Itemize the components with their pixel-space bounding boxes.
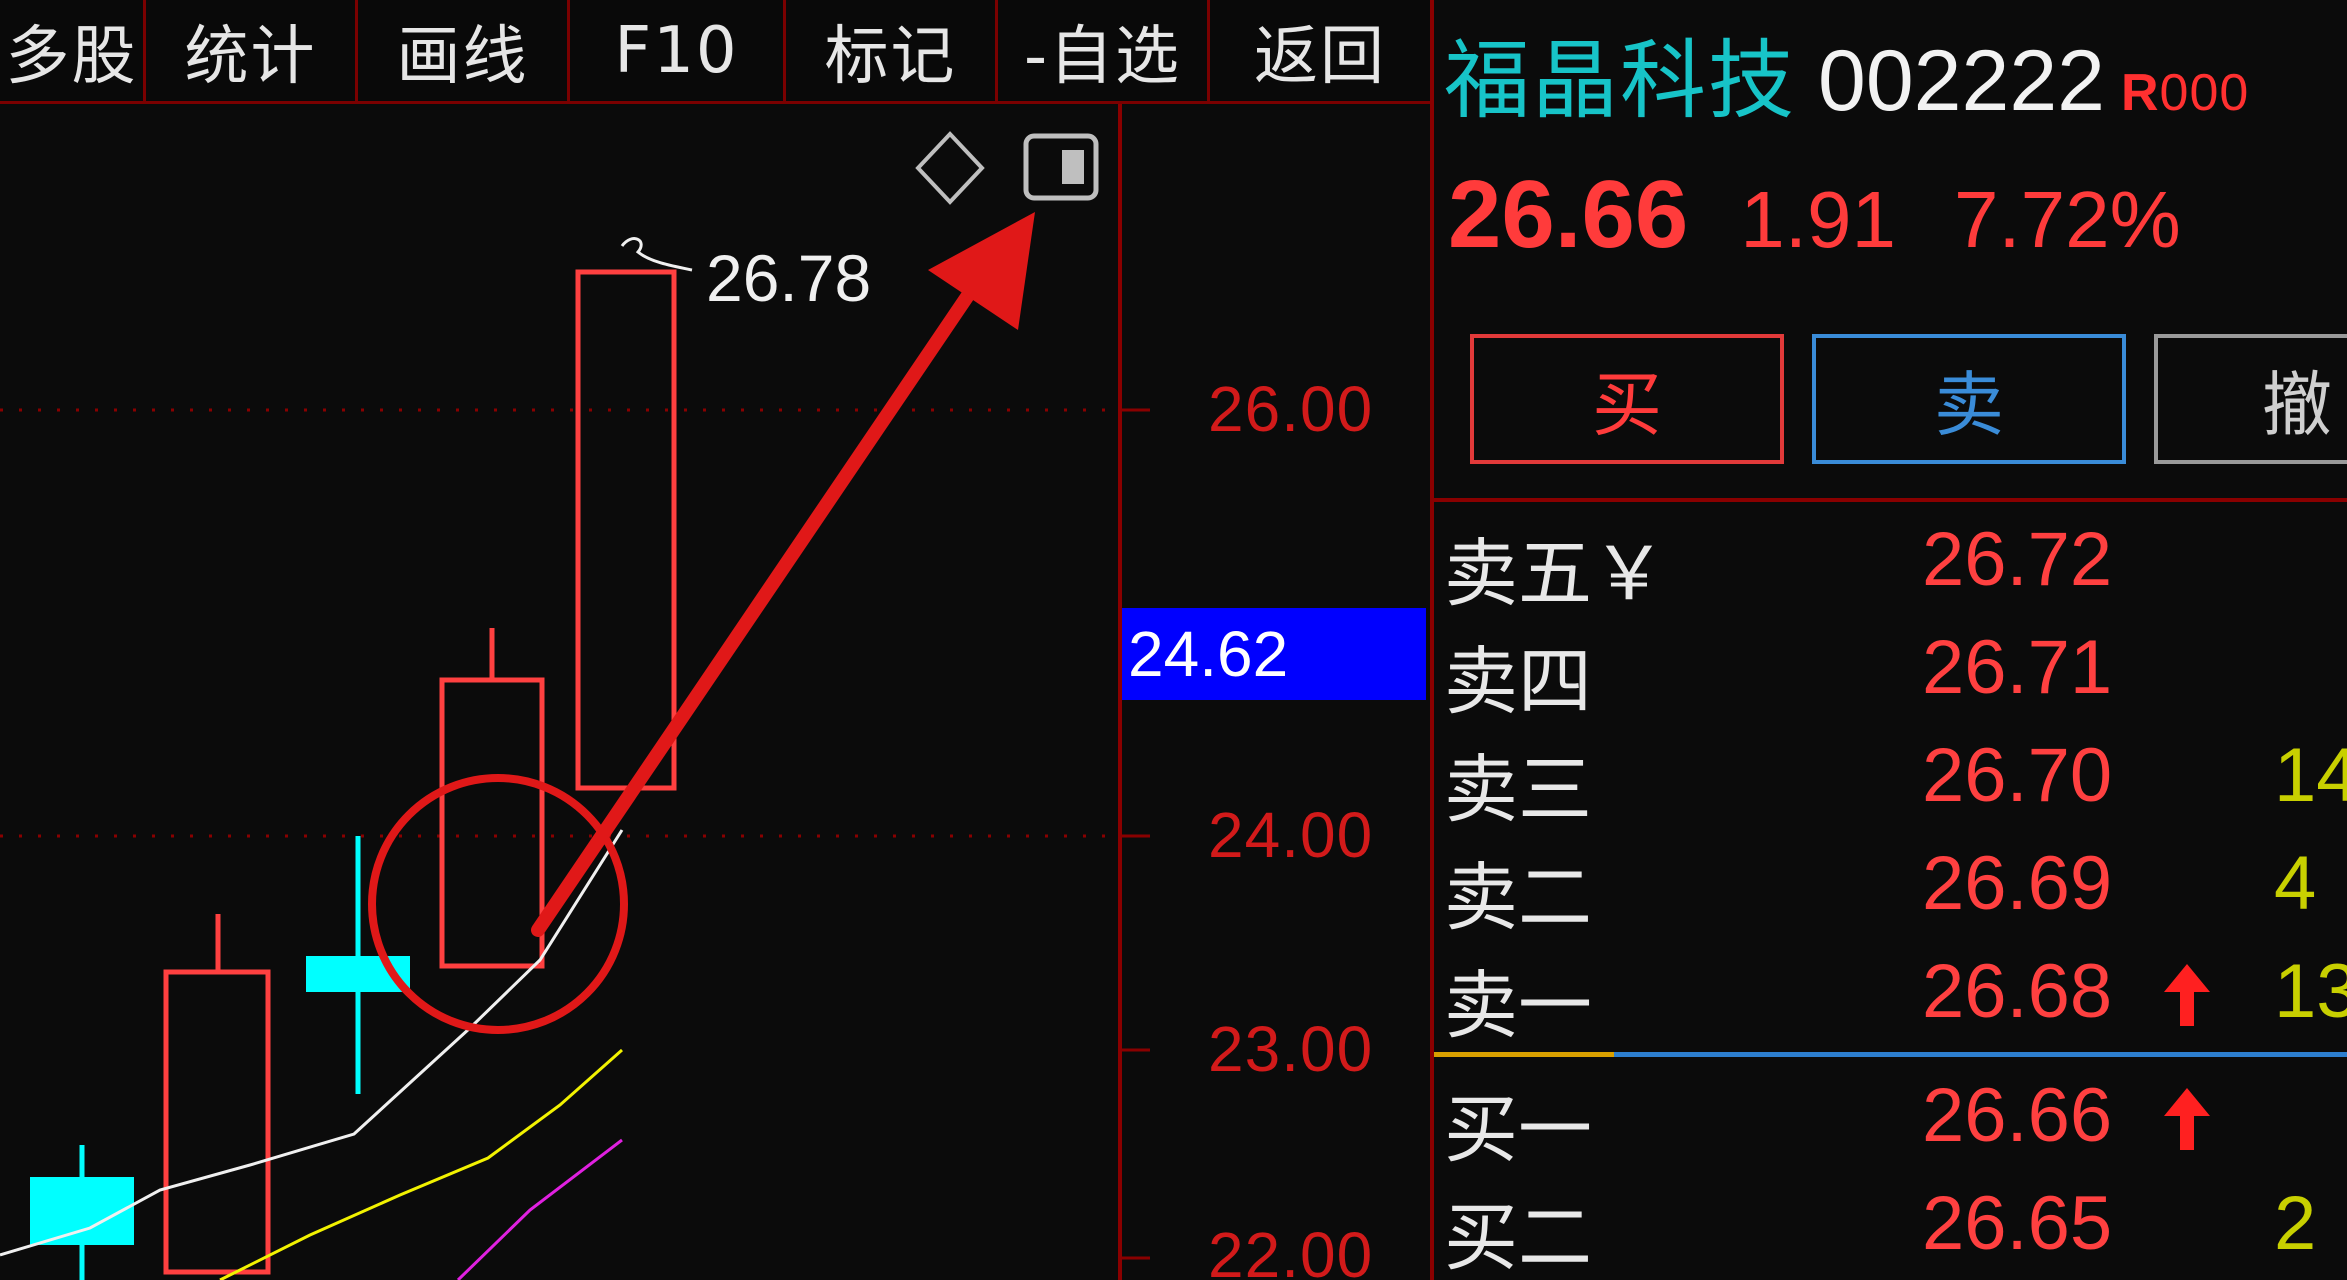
ask-row-2[interactable]: 卖二 26.69 4 bbox=[1434, 834, 2347, 942]
candle-4-body bbox=[439, 677, 545, 969]
stock-code: 002222 bbox=[1818, 33, 2105, 129]
bid-row-2[interactable]: 买二 26.65 2 bbox=[1434, 1174, 2347, 1280]
ask-label: 卖一 bbox=[1444, 963, 1592, 1049]
bid-book: 买一 26.66 买二 26.65 2 bbox=[1434, 1066, 2347, 1280]
ask-label: 卖五￥ bbox=[1444, 531, 1666, 617]
ask-price: 26.68 bbox=[1922, 949, 2113, 1034]
ask-price: 26.71 bbox=[1922, 625, 2113, 710]
ask-label: 卖三 bbox=[1444, 747, 1592, 833]
bid-volume: 2 bbox=[2274, 1181, 2317, 1266]
bid-label: 买一 bbox=[1444, 1087, 1592, 1173]
high-marker-line bbox=[620, 237, 693, 272]
ask-label: 卖四 bbox=[1444, 639, 1592, 725]
annotation-arrow-shaft bbox=[531, 278, 982, 937]
high-price-label: 26.78 bbox=[706, 241, 872, 315]
ask-volume: 13 bbox=[2274, 949, 2347, 1034]
up-arrow-icon bbox=[2164, 964, 2210, 1026]
ask-volume: 14 bbox=[2274, 733, 2347, 818]
annotation-circle bbox=[368, 774, 628, 1034]
ask-row-5[interactable]: 卖五￥ 26.72 bbox=[1434, 510, 2347, 618]
annotation-arrow-head bbox=[928, 212, 1035, 330]
toolbar-multi-stock-button[interactable]: 多股 bbox=[0, 0, 146, 101]
toolbar-mark-button[interactable]: 标记 bbox=[786, 0, 998, 101]
toolbar-f10-button[interactable]: F10 bbox=[570, 0, 786, 101]
y-axis-label-26: 26.00 bbox=[1208, 373, 1374, 445]
candle-5-body bbox=[575, 269, 677, 791]
last-price: 26.66 bbox=[1448, 161, 1689, 268]
candle-2-body bbox=[163, 969, 271, 1275]
panel-toggle-icon[interactable] bbox=[1023, 133, 1099, 201]
ask-row-3[interactable]: 卖三 26.70 14 bbox=[1434, 726, 2347, 834]
stock-tag: R000 bbox=[2120, 64, 2250, 122]
bid-label: 买二 bbox=[1444, 1195, 1592, 1280]
stock-header: 福晶科技 002222 R000 bbox=[1444, 10, 2249, 135]
trade-buttons: 买 卖 撤 bbox=[1470, 334, 2347, 464]
price-change: 1.91 bbox=[1740, 175, 1896, 264]
toolbar-statistics-button[interactable]: 统计 bbox=[146, 0, 358, 101]
trading-app: 多股 统计 画线 F10 标记 -自选 返回 26.78 26.00 24.00… bbox=[0, 0, 2347, 1280]
diamond-icon[interactable] bbox=[915, 131, 985, 205]
toolbar-draw-line-button[interactable]: 画线 bbox=[358, 0, 570, 101]
ask-book: 卖五￥ 26.72 卖四 26.71 卖三 26.70 14 卖二 26.69 … bbox=[1434, 510, 2347, 1050]
quote-panel: 福晶科技 002222 R000 26.66 1.91 7.72% 买 卖 撤 … bbox=[1434, 0, 2347, 1280]
ask-label: 卖二 bbox=[1444, 855, 1592, 941]
ask-row-1[interactable]: 卖一 26.68 13 bbox=[1434, 942, 2347, 1050]
bid-row-1[interactable]: 买一 26.66 bbox=[1434, 1066, 2347, 1174]
panel-separator bbox=[1434, 498, 2347, 502]
current-price-tag: 24.62 bbox=[1122, 608, 1426, 700]
up-arrow-icon bbox=[2164, 1088, 2210, 1150]
ask-price: 26.70 bbox=[1922, 733, 2113, 818]
ask-price: 26.69 bbox=[1922, 841, 2113, 926]
y-axis-label-23: 23.00 bbox=[1208, 1013, 1374, 1085]
ask-price: 26.72 bbox=[1922, 517, 2113, 602]
bid-price: 26.66 bbox=[1922, 1073, 2113, 1158]
price-change-percent: 7.72% bbox=[1953, 175, 2181, 264]
y-axis-label-24: 24.00 bbox=[1208, 799, 1374, 871]
toolbar-remove-watchlist-button[interactable]: -自选 bbox=[998, 0, 1210, 101]
toolbar-back-button[interactable]: 返回 bbox=[1210, 0, 1430, 101]
bid-price: 26.65 bbox=[1922, 1181, 2113, 1266]
sell-button[interactable]: 卖 bbox=[1812, 334, 2126, 464]
book-separator bbox=[1434, 1052, 2347, 1057]
ask-row-4[interactable]: 卖四 26.71 bbox=[1434, 618, 2347, 726]
stock-name: 福晶科技 bbox=[1444, 31, 1796, 131]
ask-volume: 4 bbox=[2274, 841, 2317, 926]
chart-toolbar: 多股 统计 画线 F10 标记 -自选 返回 bbox=[0, 0, 1430, 104]
quote-line: 26.66 1.91 7.72% bbox=[1448, 160, 2181, 270]
cancel-order-button[interactable]: 撤 bbox=[2154, 334, 2347, 464]
buy-button[interactable]: 买 bbox=[1470, 334, 1784, 464]
y-axis-label-22: 22.00 bbox=[1208, 1219, 1374, 1280]
ma-line-yellow bbox=[219, 1048, 623, 1280]
